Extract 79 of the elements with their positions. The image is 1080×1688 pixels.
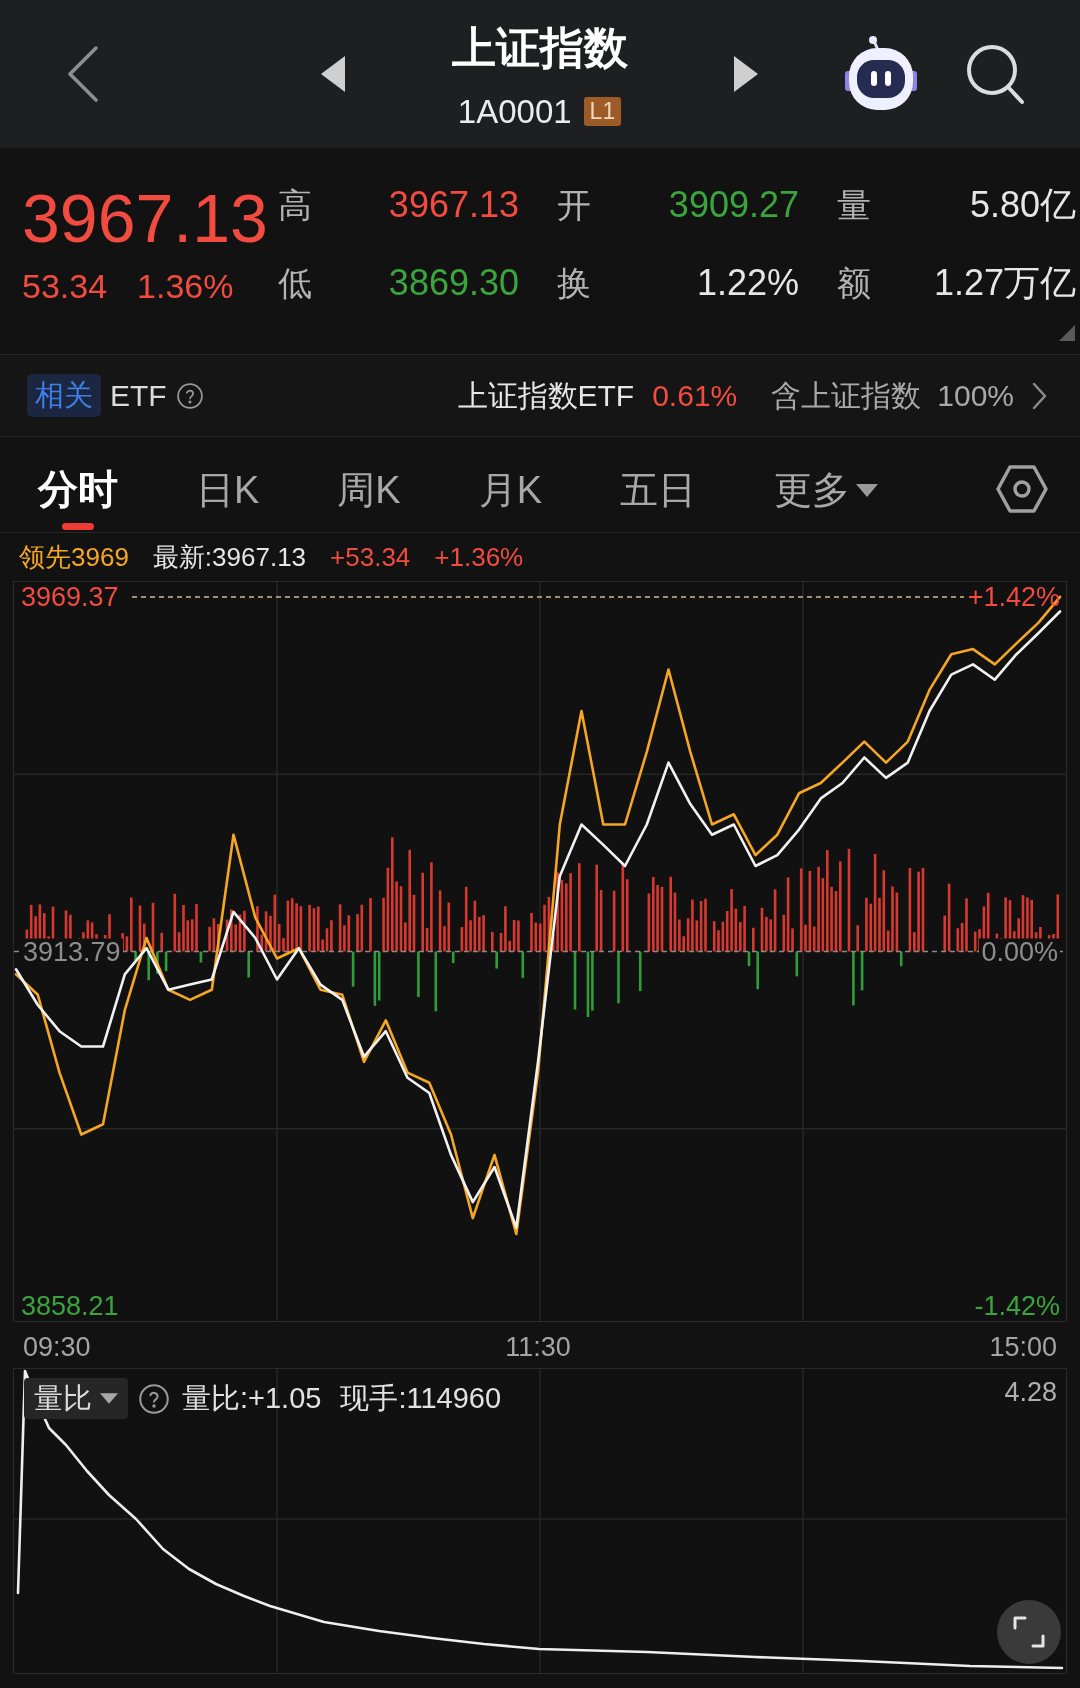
stat-value: 1.27万亿 — [933, 265, 1076, 301]
caret-down-icon — [100, 1393, 118, 1404]
volume-bar — [638, 951, 642, 992]
more-tab[interactable]: 更多 — [774, 471, 879, 532]
volume-bar — [147, 951, 150, 981]
search-icon[interactable] — [965, 43, 1025, 105]
stat-value: 1.22% — [696, 265, 799, 301]
volume-bar — [860, 951, 864, 991]
price-axis-label: 3969.37 — [21, 583, 119, 611]
stat-label: 高 — [278, 188, 312, 222]
holding-label: 含上证指数 — [771, 380, 922, 411]
chart-tab[interactable]: 五日 — [620, 471, 697, 532]
holding-percent: 100% — [937, 380, 1014, 411]
volume-bar — [756, 951, 759, 990]
time-label: 15:00 — [989, 1334, 1057, 1361]
back-icon[interactable] — [67, 46, 99, 102]
ratio-value: 量比:+1.05 — [182, 1384, 322, 1413]
volume-bar — [417, 951, 420, 997]
price-axis-label: 3858.21 — [21, 1292, 119, 1320]
volume-bar — [521, 951, 525, 978]
volume-bar — [899, 951, 903, 967]
percent-axis-label: -1.42% — [974, 1292, 1060, 1320]
expand-icon — [1013, 1616, 1045, 1648]
current-volume: 现手:114960 — [340, 1384, 502, 1413]
related-tag: 相关 — [27, 374, 101, 417]
volume-bar — [156, 951, 159, 974]
index-title: 上证指数 — [451, 26, 628, 70]
etf-label: ETF — [110, 380, 167, 411]
chart-tab[interactable]: 周K — [337, 471, 401, 532]
price-change: 53.34 — [22, 269, 108, 303]
volume-bar — [795, 951, 799, 977]
stat-value: 3967.13 — [388, 187, 519, 223]
stat-label: 低 — [278, 266, 312, 300]
chevron-right-icon[interactable] — [1032, 381, 1047, 410]
stat-label: 换 — [557, 266, 591, 300]
volume-bar — [451, 951, 455, 964]
legend-text: 领先3969 — [19, 544, 129, 570]
volume-bar — [351, 951, 355, 987]
volume-bar — [747, 951, 751, 967]
stat-label: 额 — [837, 266, 871, 300]
ratio-selector[interactable]: 量比 — [24, 1378, 128, 1419]
volume-bar — [852, 951, 855, 1006]
level-badge: L1 — [583, 97, 622, 126]
time-label: 11:30 — [505, 1334, 571, 1361]
volume-bar — [434, 951, 438, 1012]
stat-label: 开 — [557, 188, 591, 222]
chart-tab[interactable]: 分时 — [38, 469, 118, 532]
percent-axis-label: +1.42% — [967, 583, 1060, 611]
stat-value: 3869.30 — [388, 265, 519, 301]
corner-triangle-icon[interactable] — [1059, 325, 1075, 341]
volume-bar — [164, 951, 168, 972]
percent-change: 1.36% — [137, 269, 234, 303]
volume-bar — [617, 951, 620, 1004]
stat-value: 5.80亿 — [969, 187, 1076, 223]
fund-name[interactable]: 上证指数ETF — [457, 380, 635, 411]
chart-tab[interactable]: 日K — [196, 471, 260, 532]
legend-text: 最新:3967.13 — [152, 544, 307, 570]
last-price: 3967.13 — [22, 184, 269, 252]
help-icon[interactable] — [139, 1383, 169, 1414]
help-icon[interactable] — [176, 382, 203, 409]
volume-bar — [199, 951, 203, 963]
legend-text: +1.36% — [434, 544, 524, 570]
volume-bar — [573, 951, 577, 1010]
legend-text: +53.34 — [330, 544, 411, 570]
previous-triangle-icon[interactable] — [321, 56, 345, 92]
chart-tab[interactable]: 月K — [478, 471, 543, 532]
ratio-max-label: 4.28 — [1004, 1379, 1057, 1406]
caret-down-icon — [856, 483, 879, 497]
volume-bar — [495, 951, 498, 969]
settings-icon[interactable] — [996, 464, 1048, 514]
volume-bar — [134, 951, 137, 961]
robot-assistant-icon[interactable] — [845, 35, 917, 113]
fund-change: 0.61% — [652, 380, 738, 411]
stat-label: 量 — [837, 188, 871, 222]
volume-bar — [247, 951, 250, 978]
stat-value: 3909.27 — [668, 187, 799, 223]
next-triangle-icon[interactable] — [734, 56, 758, 92]
index-code: 1A0001 — [457, 95, 572, 128]
time-label: 09:30 — [23, 1334, 91, 1361]
